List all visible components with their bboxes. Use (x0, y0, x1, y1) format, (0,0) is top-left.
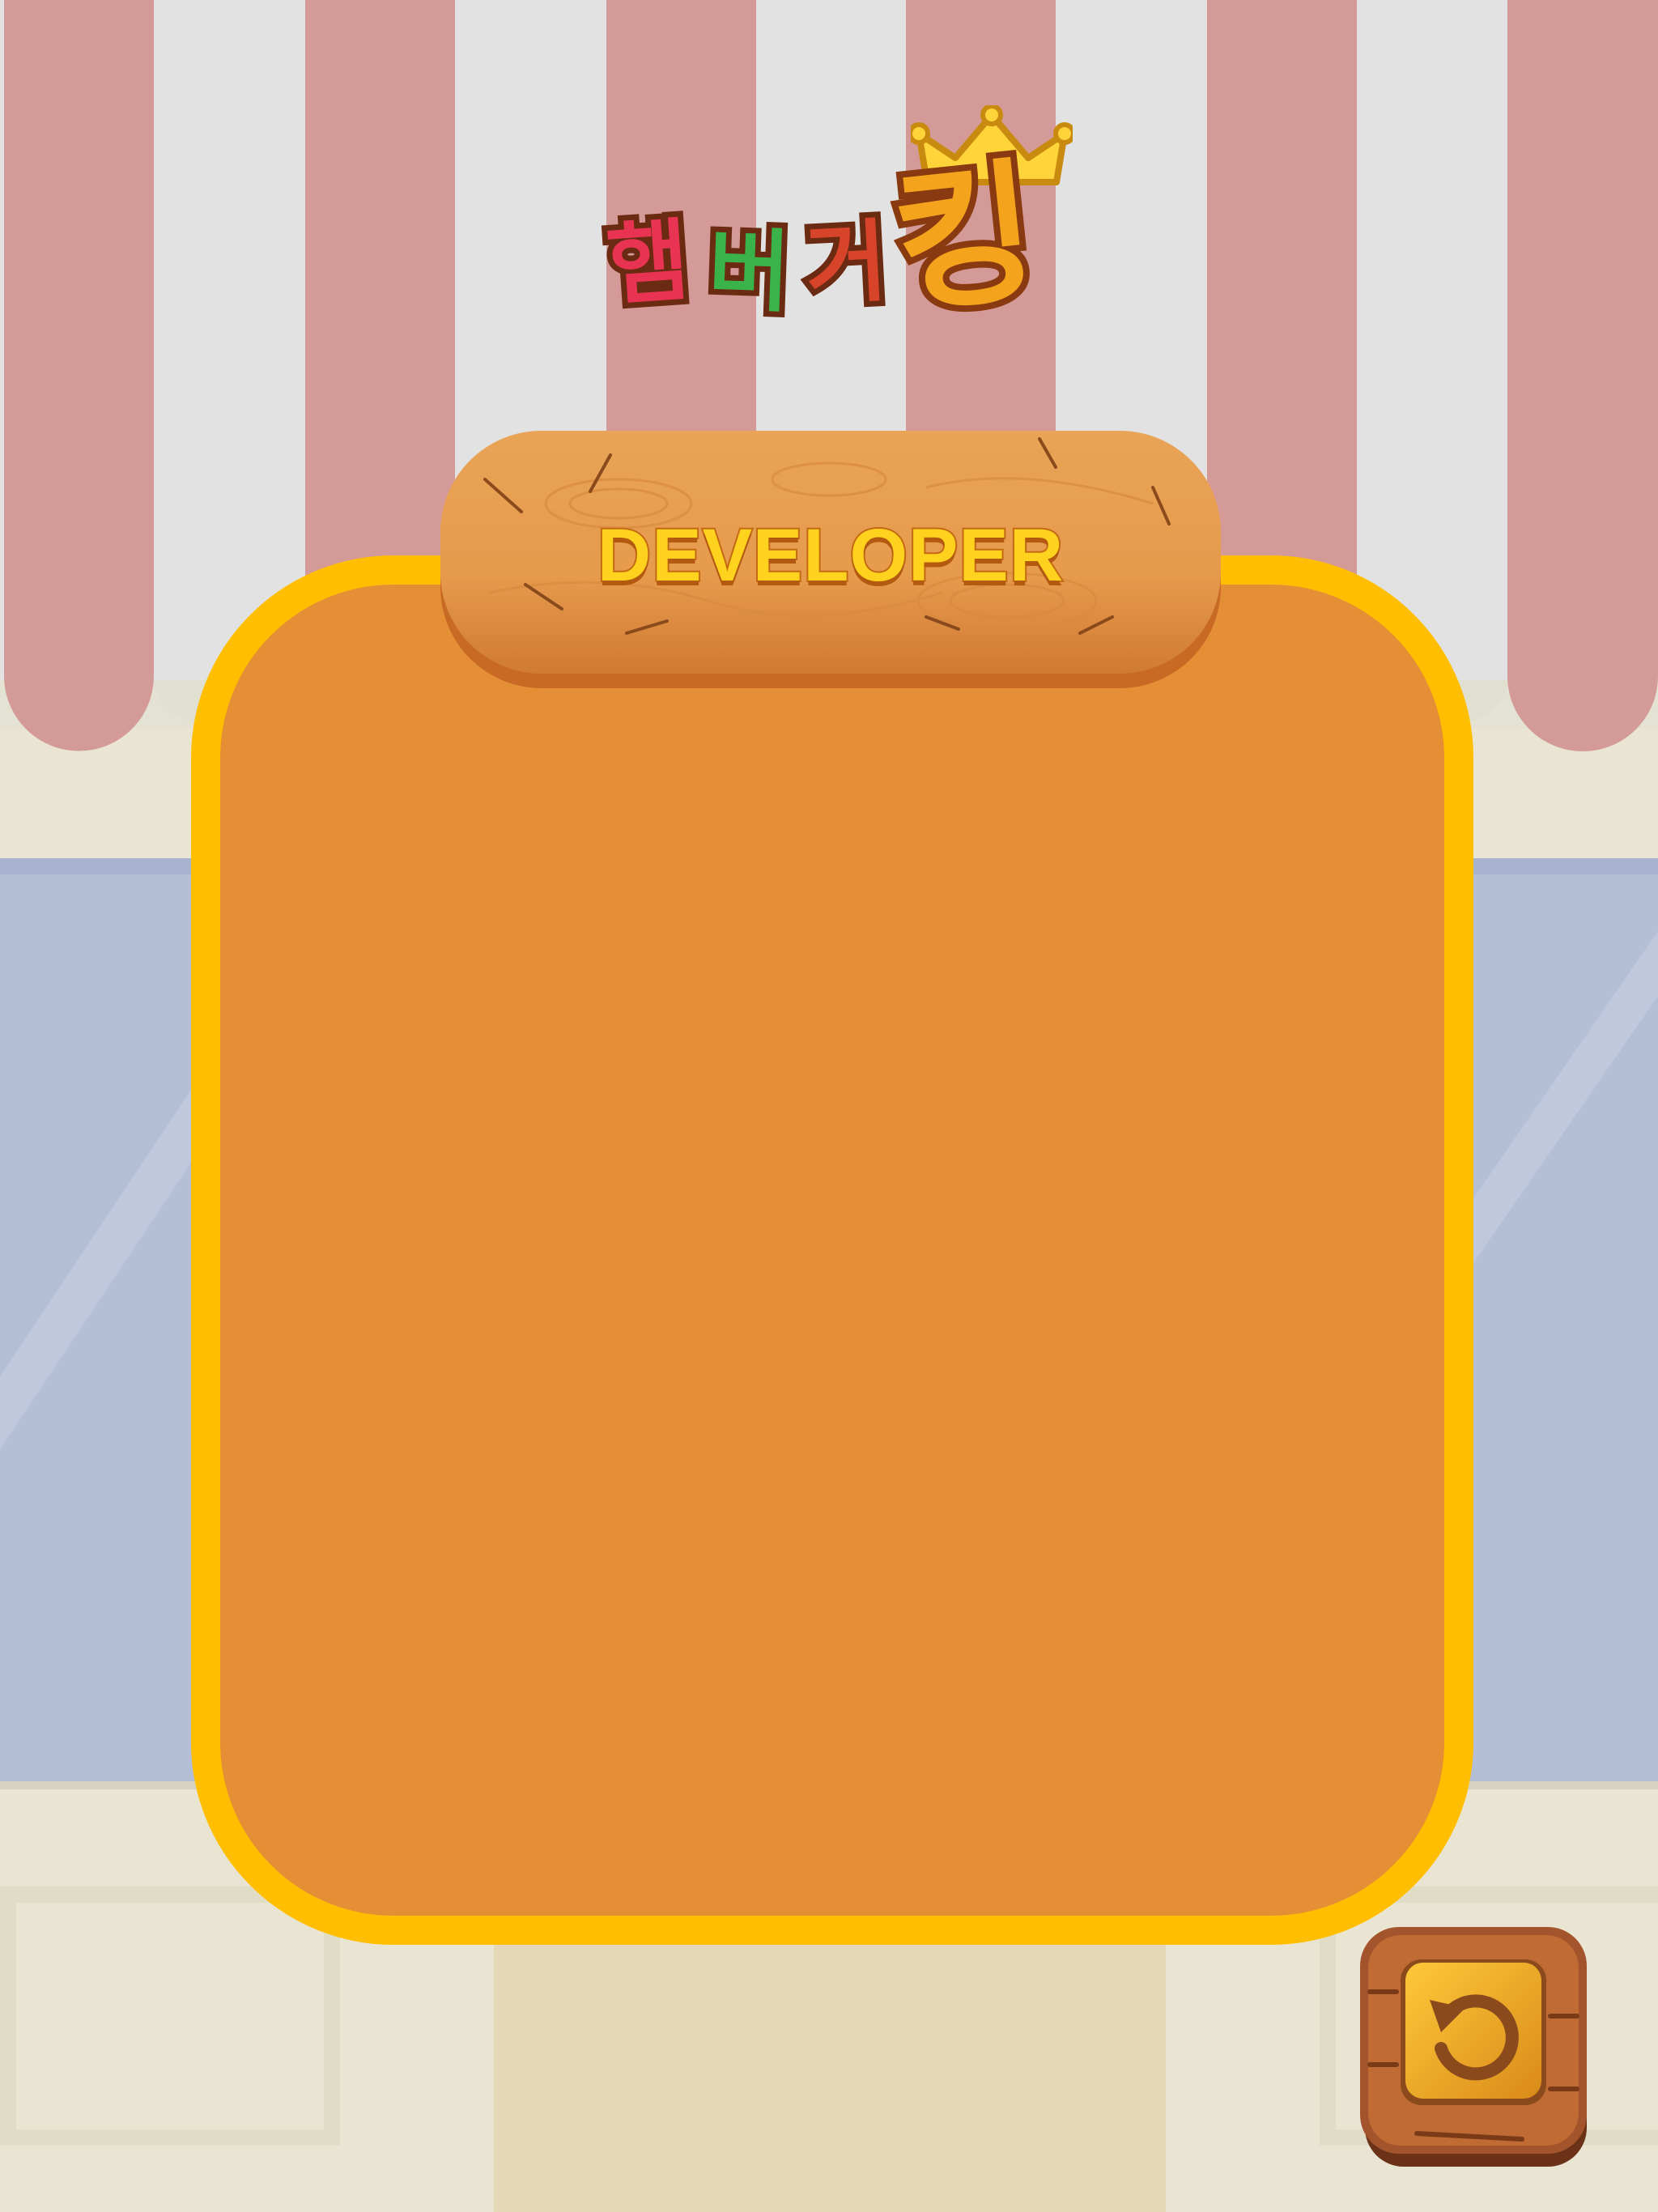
logo-syllable: 햄 (598, 203, 699, 324)
developer-panel (191, 555, 1473, 1945)
game-screen: 햄 버 거 킹 DEVELOPER (0, 0, 1658, 2212)
game-logo: 햄 버 거 킹 (598, 105, 1085, 348)
logo-syllable: 버 (701, 212, 798, 330)
title-sign: DEVELOPER (440, 431, 1221, 688)
back-button[interactable] (1360, 1927, 1592, 2170)
sign-title: DEVELOPER (596, 513, 1065, 598)
logo-syllable: 거 (797, 203, 896, 322)
logo-syllable: 킹 (879, 135, 1052, 341)
